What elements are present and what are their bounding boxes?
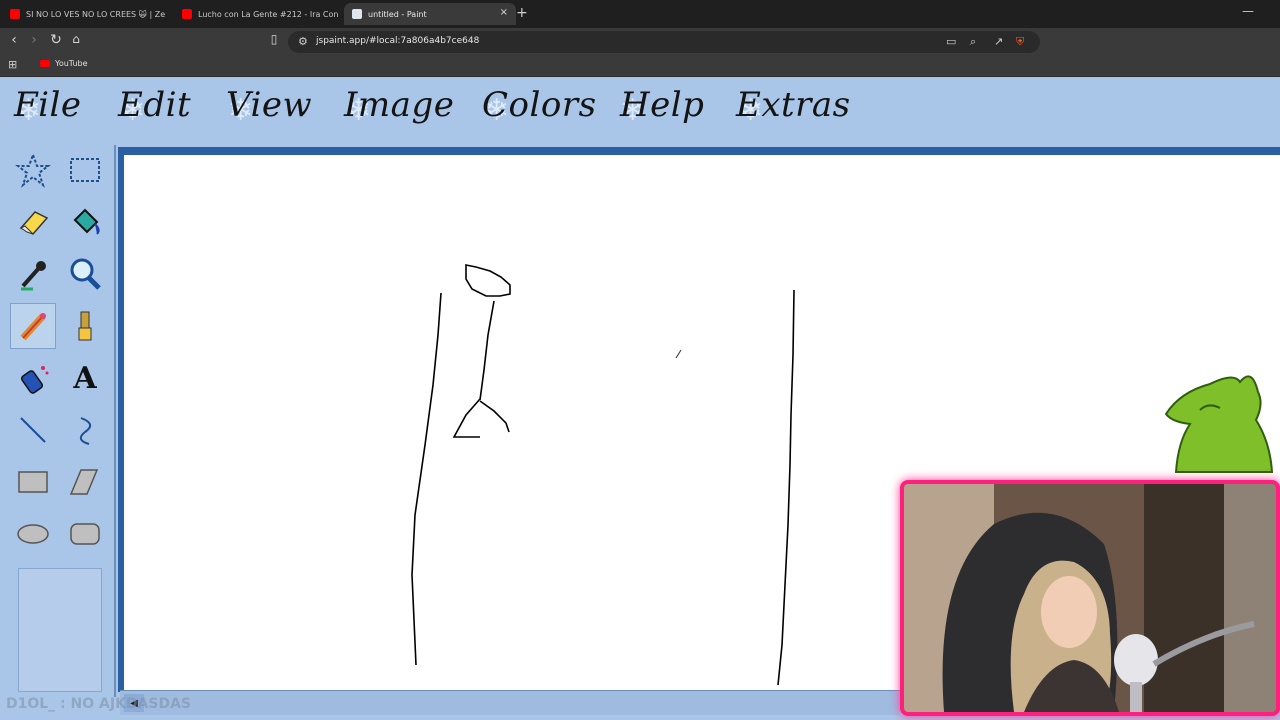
back-icon[interactable]: ‹ [4, 32, 24, 48]
menu-image[interactable]: Image [344, 85, 454, 125]
tab-title: untitled - Paint [368, 9, 427, 19]
brave-shield-icon[interactable]: ⛨ [1016, 35, 1024, 49]
magnifier-tool[interactable] [62, 251, 108, 297]
cast-icon[interactable]: ▭ [946, 35, 956, 48]
curve-icon [79, 417, 92, 445]
polygon-icon [69, 469, 99, 495]
stroke-top-oval [465, 264, 511, 297]
rectangle-tool[interactable] [10, 459, 56, 505]
line-icon [20, 417, 46, 443]
rect-select-icon [70, 158, 100, 182]
text-tool[interactable]: A [62, 355, 108, 401]
ellipse-icon [17, 524, 49, 544]
horizontal-scrollbar[interactable]: ◀ [120, 690, 900, 715]
minimize-button[interactable]: — [1242, 4, 1254, 18]
share-icon[interactable]: ↗ [994, 35, 1003, 48]
brush-icon [78, 311, 92, 341]
menu-bar: ❄ ❄ ❄ ❄ ❄ ❄ ❄ File Edit View Image Color… [0, 77, 1280, 145]
url-text[interactable]: jspaint.app/#local:7a806a4b7ce648 [316, 36, 479, 46]
select-tool[interactable] [62, 147, 108, 193]
bookmark-label: YouTube [55, 59, 88, 68]
rectangle-icon [18, 471, 48, 493]
browser-tab-active[interactable]: untitled - Paint × [344, 3, 516, 25]
pencil-tool[interactable] [10, 303, 56, 349]
browser-toolbar: ‹ › ↻ ⌂ ▯ ⚙ jspaint.app/#local:7a806a4b7… [0, 28, 1280, 56]
webcam-feed-image [904, 484, 1276, 712]
curve-tool[interactable] [62, 407, 108, 453]
text-icon: A [73, 360, 97, 396]
polygon-tool[interactable] [62, 459, 108, 505]
menu-file[interactable]: File [14, 85, 81, 125]
tab-title: Lucho con La Gente #212 - Ira Conte [198, 9, 338, 19]
home-icon[interactable]: ⌂ [66, 32, 86, 46]
apps-grid-icon[interactable]: ⊞ [8, 58, 17, 71]
bookmarks-bar: ⊞ YouTube [0, 56, 1280, 77]
tool-options-panel[interactable] [18, 568, 102, 692]
youtube-icon [40, 60, 50, 67]
stream-chat-line: D1OL_ : NO AJKDASDAS [6, 696, 191, 712]
tab-title: SI NO LO VES NO LO CREES 🙀 | Zel [26, 9, 166, 19]
eraser-tool[interactable] [10, 199, 56, 245]
stroke-triangle [452, 398, 510, 438]
fill-tool[interactable] [62, 199, 108, 245]
pencil-icon [20, 313, 46, 341]
stroke-right-line [777, 289, 795, 686]
browser-tab-strip: SI NO LO VES NO LO CREES 🙀 | Zel Lucho c… [0, 0, 1280, 28]
brush-tool[interactable] [62, 303, 108, 349]
magnifier-icon [70, 258, 101, 290]
stroke-left-line [411, 292, 442, 666]
rounded-rectangle-icon [70, 523, 100, 545]
grinch-overlay-image [1164, 375, 1274, 473]
zoom-icon[interactable]: ⌕ [970, 35, 976, 49]
bookmark-youtube[interactable]: YouTube [40, 59, 88, 68]
youtube-icon [182, 9, 192, 19]
pick-color-tool[interactable] [10, 251, 56, 297]
line-tool[interactable] [10, 407, 56, 453]
address-bar[interactable]: ⚙ jspaint.app/#local:7a806a4b7ce648 ▭ ⌕ … [288, 31, 1040, 53]
menu-help[interactable]: Help [620, 85, 704, 125]
close-icon[interactable]: × [500, 7, 508, 18]
reload-icon[interactable]: ↻ [46, 32, 66, 48]
site-settings-icon[interactable]: ⚙ [298, 35, 308, 48]
paint-icon [352, 9, 362, 19]
browser-tab[interactable]: Lucho con La Gente #212 - Ira Conte [178, 3, 338, 25]
forward-icon[interactable]: › [24, 32, 44, 48]
menu-extras[interactable]: Extras [736, 85, 851, 125]
airbrush-tool[interactable] [10, 355, 56, 401]
stroke-stem [479, 300, 495, 401]
menu-view[interactable]: View [226, 85, 312, 125]
paint-bucket-icon [73, 208, 100, 235]
airbrush-icon [20, 366, 49, 394]
new-tab-button[interactable]: + [516, 5, 528, 21]
rounded-rectangle-tool[interactable] [62, 511, 108, 557]
eraser-icon [19, 211, 49, 235]
free-form-select-tool[interactable] [10, 147, 56, 193]
youtube-icon [10, 9, 20, 19]
browser-tab[interactable]: SI NO LO VES NO LO CREES 🙀 | Zel [6, 3, 166, 25]
star-select-icon [15, 152, 51, 188]
bookmark-icon[interactable]: ▯ [264, 32, 284, 46]
tool-box: A [6, 145, 116, 697]
ellipse-tool[interactable] [10, 511, 56, 557]
eyedropper-icon [21, 261, 46, 291]
webcam-overlay [900, 480, 1280, 716]
menu-edit[interactable]: Edit [118, 85, 191, 125]
menu-colors[interactable]: Colors [482, 85, 597, 125]
pencil-cursor-icon [675, 349, 682, 359]
